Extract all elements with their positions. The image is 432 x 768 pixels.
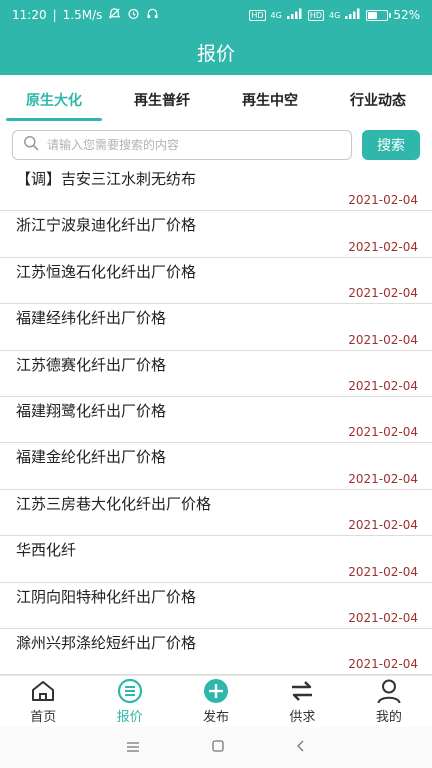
search-icon xyxy=(23,135,39,155)
list-icon xyxy=(116,678,144,704)
tab-label: 再生中空 xyxy=(242,93,298,109)
nav-quotes[interactable]: 报价 xyxy=(86,676,172,727)
header: 报价 xyxy=(0,30,432,75)
list-item[interactable]: 福建金纶化纤出厂价格 2021-02-04 xyxy=(0,443,432,490)
list-item[interactable]: 福建翔鹭化纤出厂价格 2021-02-04 xyxy=(0,397,432,444)
item-date: 2021-02-04 xyxy=(348,471,418,486)
list-item[interactable]: 江阴向阳特种化纤出厂价格 2021-02-04 xyxy=(0,583,432,629)
status-left: 11:20 | 1.5M/s xyxy=(12,7,159,23)
item-title: 福建经纬化纤出厂价格 xyxy=(16,309,167,328)
item-title: 滁州兴邦涤纶短纤出厂价格 xyxy=(16,633,197,652)
nav-label: 首页 xyxy=(30,710,57,725)
item-date: 2021-02-04 xyxy=(348,518,418,533)
quote-list: 【调】吉安三江水刺无纺布 2021-02-04 浙江宁波泉迪化纤出厂价格 2021-… xyxy=(0,165,432,675)
home-square-icon[interactable] xyxy=(211,738,225,757)
hd-label-2: HD xyxy=(307,9,325,21)
search-input[interactable] xyxy=(47,138,341,152)
item-date: 2021-02-04 xyxy=(348,564,418,579)
page-title: 报价 xyxy=(196,43,235,65)
list-item[interactable]: 福建经纬化纤出厂价格 2021-02-04 xyxy=(0,304,432,351)
back-icon[interactable] xyxy=(295,738,307,757)
plus-icon xyxy=(202,678,230,704)
item-date: 2021-02-04 xyxy=(348,657,418,672)
tab-bar: 原生大化 再生普纤 再生中空 行业动态 xyxy=(0,75,432,125)
item-date: 2021-02-04 xyxy=(348,332,418,347)
headset-icon xyxy=(146,7,159,23)
list-item[interactable]: 【调】吉安三江水刺无纺布 2021-02-04 xyxy=(0,165,432,212)
item-title: 华西化纤 xyxy=(16,541,77,560)
network-type-1: 4G xyxy=(270,10,282,20)
nav-supply-demand[interactable]: 供求 xyxy=(259,676,345,727)
alarm-icon xyxy=(127,7,140,23)
item-title: 浙江宁波泉迪化纤出厂价格 xyxy=(16,216,197,235)
bottom-nav: 首页 报价 发布 供求 我的 xyxy=(0,675,432,727)
user-icon xyxy=(375,678,403,704)
search-button[interactable]: 搜索 xyxy=(362,130,420,160)
item-date: 2021-02-04 xyxy=(348,239,418,254)
signal-icon-1 xyxy=(286,8,303,22)
search-box[interactable] xyxy=(12,130,352,160)
tab-label: 原生大化 xyxy=(26,93,82,109)
system-nav-bar xyxy=(0,727,432,768)
item-title: 江阴向阳特种化纤出厂价格 xyxy=(16,587,197,606)
battery-fill xyxy=(368,11,378,19)
menu-icon[interactable] xyxy=(125,738,141,757)
hd-label-1: HD xyxy=(249,9,266,21)
item-title: 福建翔鹭化纤出厂价格 xyxy=(16,401,167,420)
item-title: 江苏德赛化纤出厂价格 xyxy=(16,355,167,374)
nav-label: 发布 xyxy=(203,710,230,725)
nav-home[interactable]: 首页 xyxy=(0,676,86,727)
status-right: HD 4G HD 4G 52% xyxy=(249,8,420,22)
tab-label: 行业动态 xyxy=(350,93,406,109)
list-item[interactable]: 滁州兴邦涤纶短纤出厂价格 2021-02-04 xyxy=(0,629,432,675)
tab-recycled-hollow-fiber[interactable]: 再生中空 xyxy=(216,75,324,125)
item-title: 江苏恒逸石化化纤出厂价格 xyxy=(16,262,197,281)
item-title: 江苏三房巷大化化纤出厂价格 xyxy=(16,494,212,513)
battery-icon xyxy=(366,9,392,21)
search-row: 搜索 xyxy=(0,125,432,165)
item-title: 福建金纶化纤出厂价格 xyxy=(16,448,167,467)
nav-label: 我的 xyxy=(375,710,402,725)
item-date: 2021-02-04 xyxy=(348,610,418,625)
status-time: 11:20 xyxy=(12,8,47,22)
item-date: 2021-02-04 xyxy=(348,193,418,208)
status-net-speed: 1.5M/s xyxy=(62,8,103,22)
nav-publish[interactable]: 发布 xyxy=(173,676,259,727)
nav-label: 报价 xyxy=(116,710,143,725)
tab-recycled-regular-fiber[interactable]: 再生普纤 xyxy=(108,75,216,125)
list-item[interactable]: 江苏德赛化纤出厂价格 2021-02-04 xyxy=(0,351,432,397)
search-button-label: 搜索 xyxy=(377,138,405,154)
mute-icon xyxy=(108,7,121,23)
item-date: 2021-02-04 xyxy=(348,286,418,301)
list-item[interactable]: 江苏恒逸石化化纤出厂价格 2021-02-04 xyxy=(0,258,432,305)
item-date: 2021-02-04 xyxy=(348,425,418,440)
list-item[interactable]: 华西化纤 2021-02-04 xyxy=(0,536,432,583)
nav-label: 供求 xyxy=(289,710,316,725)
list-item[interactable]: 江苏三房巷大化化纤出厂价格 2021-02-04 xyxy=(0,490,432,537)
status-bar: 11:20 | 1.5M/s HD 4G HD 4G 52% xyxy=(0,0,432,30)
battery-percent: 52% xyxy=(393,8,420,22)
swap-icon xyxy=(288,678,316,704)
signal-icon-2 xyxy=(345,8,361,22)
tab-native-chemical-fiber[interactable]: 原生大化 xyxy=(0,75,108,125)
network-type-2: 4G xyxy=(329,10,341,20)
tab-industry-news[interactable]: 行业动态 xyxy=(324,75,432,125)
list-item[interactable]: 浙江宁波泉迪化纤出厂价格 2021-02-04 xyxy=(0,211,432,258)
nav-profile[interactable]: 我的 xyxy=(346,676,432,727)
item-title: 【调】吉安三江水刺无纺布 xyxy=(16,170,197,188)
item-date: 2021-02-04 xyxy=(348,378,418,393)
home-icon xyxy=(29,678,57,704)
tab-label: 再生普纤 xyxy=(134,93,190,109)
status-divider: | xyxy=(52,8,57,22)
